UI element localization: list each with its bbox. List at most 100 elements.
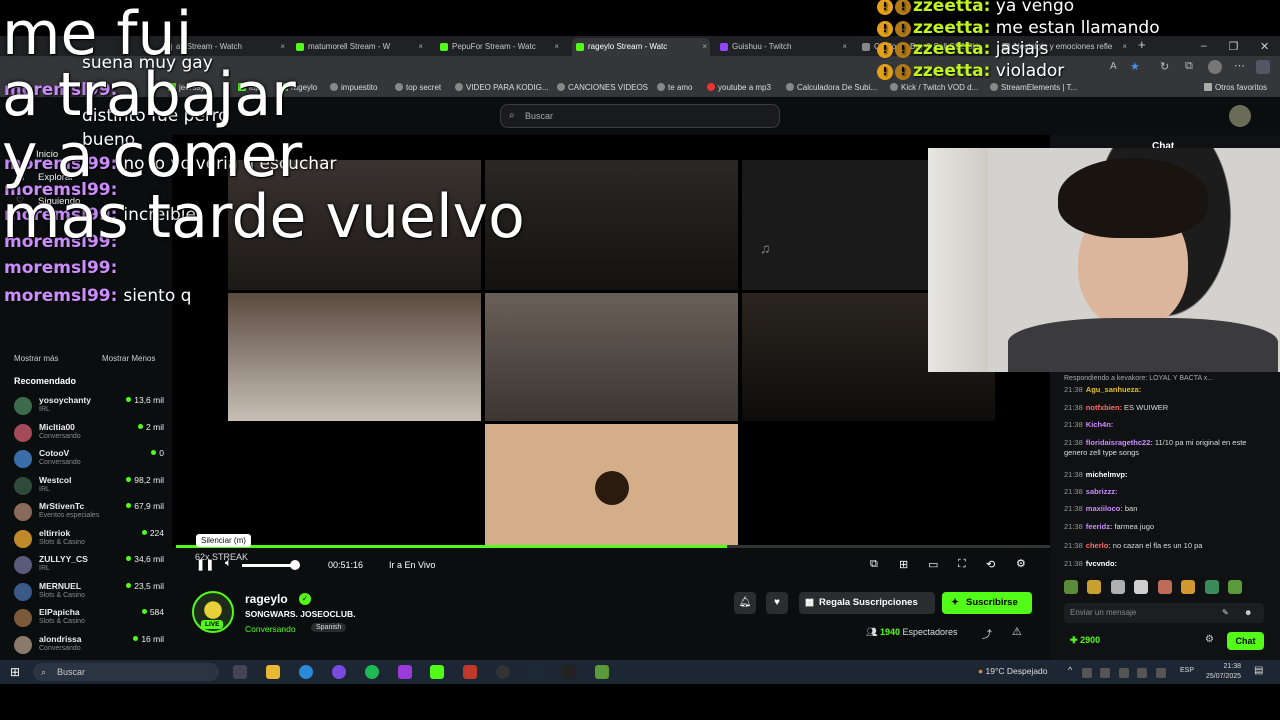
chat-settings-icon[interactable]: ⚙ (1205, 634, 1214, 645)
bookmark[interactable]: Kick / Twitch VOD d... (890, 83, 978, 92)
chat-username[interactable]: fvcvndo: (1086, 559, 1117, 568)
close-icon[interactable]: × (702, 38, 707, 56)
emote-icon[interactable] (1181, 580, 1196, 594)
close-icon[interactable]: × (1122, 38, 1127, 56)
read-aloud-icon[interactable]: A (1110, 61, 1117, 72)
menu-icon[interactable]: ⋯ (1234, 59, 1245, 72)
chat-username[interactable]: maxiiloco: (1086, 504, 1123, 513)
file-explorer-icon[interactable] (266, 665, 280, 679)
channel-name[interactable]: rageylo (245, 592, 288, 606)
bookmark[interactable]: Calculadora De Subi... (786, 83, 877, 92)
emoji-icon[interactable]: ☻ (1244, 603, 1252, 623)
input-language[interactable]: ESP (1180, 667, 1194, 674)
volume-knob[interactable] (290, 560, 300, 570)
emote-icon[interactable] (1110, 580, 1125, 594)
minecraft-icon[interactable] (595, 665, 609, 679)
share-icon[interactable]: ⤴ (982, 626, 992, 641)
show-more-button[interactable]: Mostrar más (14, 354, 58, 363)
sidebar-item-recommended[interactable]: Westcol IRL 98,2 mil (14, 474, 164, 500)
subscribe-button[interactable]: ✦ Suscribirse (942, 592, 1032, 614)
extensions-icon[interactable]: ⧉ (1185, 60, 1193, 73)
chat-message[interactable]: 21:38 sabrizzz: (1064, 487, 1270, 497)
sidebar-item-recommended[interactable]: ZULLYY_CS IRL 34,6 mil (14, 553, 164, 579)
obs-icon[interactable] (496, 665, 510, 679)
chat-username[interactable]: cherlo: (1086, 541, 1111, 550)
sidebar-item-recommended[interactable]: Micltia00 Conversando 2 mil (14, 421, 164, 447)
profile-icon[interactable] (1208, 60, 1222, 74)
tray-icon[interactable] (1100, 668, 1111, 678)
chat-username[interactable]: sabrizzz: (1086, 487, 1118, 496)
pause-icon[interactable]: ❚❚ (196, 558, 214, 571)
user-avatar[interactable] (1229, 105, 1251, 127)
chat-username[interactable]: notfxbien: (1086, 403, 1122, 412)
sidebar-item-recommended[interactable]: MrStivenTc Eventos especiales 67,9 mil (14, 500, 164, 526)
emote-icon[interactable] (1087, 580, 1102, 594)
emote-icon[interactable] (1064, 580, 1078, 594)
emote-icon[interactable] (1228, 580, 1243, 594)
chat-username[interactable]: Kich4n: (1086, 420, 1114, 429)
edge-icon[interactable] (299, 665, 313, 679)
taskbar-clock[interactable]: 21:38 25/07/2025 (1206, 662, 1241, 682)
epic-games-icon[interactable] (562, 665, 576, 679)
chat-message[interactable]: 21:38 Kich4n: (1064, 420, 1270, 430)
pip-icon[interactable]: ⧉ (870, 558, 878, 571)
language-tag[interactable]: Spanish (311, 623, 347, 632)
sidebar-item-recommended[interactable]: alondrissa Conversando 16 mil (14, 633, 164, 659)
theater-icon[interactable]: ▭ (928, 558, 938, 571)
app-icon[interactable] (398, 665, 412, 679)
new-tab-icon[interactable]: + (1138, 37, 1146, 52)
refresh-icon[interactable]: ↻ (1160, 60, 1169, 73)
chat-message[interactable]: 21:38 Agu_sanhueza: (1064, 385, 1270, 395)
rewind-icon[interactable]: ⟲ (986, 558, 995, 571)
commands-icon[interactable]: ✎ (1222, 603, 1229, 623)
bookmark[interactable]: te amo (657, 83, 692, 92)
sidebar-item-recommended[interactable]: ElPapicha Slots & Casino 584 (14, 606, 164, 632)
chat-username[interactable]: floridaisragethc22: (1086, 438, 1153, 447)
chat-message[interactable]: 21:38 fvcvndo: (1064, 559, 1270, 569)
sidebar-item-recommended[interactable]: yosoychanty IRL 13,6 mil (14, 394, 164, 420)
settings-gear-icon[interactable]: ⚙ (1016, 557, 1026, 570)
tab-4[interactable]: Guishuu - Twitch × (716, 38, 850, 56)
chat-input[interactable]: Enviar un mensaje ✎ ☻ (1064, 603, 1264, 623)
weather-widget[interactable]: ● 19°C Despejado (978, 666, 1048, 676)
bell-icon[interactable]: 🔔︎ (734, 592, 756, 614)
bookmark[interactable]: StreamElements | T... (990, 83, 1077, 92)
chat-username[interactable]: Agu_sanhueza: (1086, 385, 1141, 394)
tray-icon[interactable] (1137, 668, 1148, 678)
sidebar-icon[interactable] (1256, 60, 1270, 74)
maximize-icon[interactable]: ❐ (1229, 40, 1239, 53)
sidebar-item-recommended[interactable]: eltirriok Slots & Casino 224 (14, 527, 164, 553)
chat-message[interactable]: 21:38 cherlo: no cazan el fla es un 10 pa (1064, 541, 1270, 551)
close-icon[interactable]: × (842, 38, 847, 56)
clip-icon[interactable]: ⊞ (899, 558, 908, 571)
go-live-button[interactable]: Ir a En Vivo (389, 560, 435, 570)
star-icon[interactable]: ★ (1130, 60, 1140, 73)
emote-icon[interactable] (1134, 580, 1149, 594)
chat-message[interactable]: 21:38 feeridz: farmea jugo (1064, 522, 1270, 532)
show-less-button[interactable]: Mostrar Menos (102, 354, 155, 363)
chrome-icon[interactable] (332, 665, 346, 679)
task-view-icon[interactable] (233, 665, 247, 679)
volume-slider[interactable] (242, 564, 297, 567)
bookmark[interactable]: youtube a mp3 (707, 83, 771, 92)
chat-message[interactable]: 21:38 michelmvp: (1064, 470, 1270, 480)
fullscreen-icon[interactable]: ⛶ (958, 558, 966, 571)
channel-points[interactable]: ✚ 2900 (1070, 635, 1100, 646)
close-window-icon[interactable]: ✕ (1260, 40, 1269, 53)
chat-message[interactable]: 21:38 floridaisragethc22: 11/10 pa mi orig… (1064, 438, 1270, 458)
steam-icon[interactable] (529, 665, 543, 679)
sidebar-item-recommended[interactable]: CotooV Conversando 0 (14, 447, 164, 473)
sidebar-item-recommended[interactable]: MERNUEL Slots & Casino 23,5 mil (14, 580, 164, 606)
stream-category[interactable]: Conversando (245, 624, 296, 634)
chat-username[interactable]: feeridz: (1086, 522, 1113, 531)
spotify-icon[interactable] (365, 665, 379, 679)
other-bookmarks[interactable]: Otros favoritos (1204, 83, 1267, 92)
app-icon[interactable] (463, 665, 477, 679)
kick-icon[interactable] (430, 665, 444, 679)
tray-icon[interactable] (1118, 668, 1129, 678)
tray-icon[interactable] (1082, 668, 1092, 678)
chevron-up-icon[interactable]: ^ (1068, 665, 1072, 675)
minimize-icon[interactable]: – (1201, 40, 1207, 52)
windows-start-icon[interactable]: ⊞ (10, 665, 20, 679)
emote-icon[interactable] (1157, 580, 1172, 594)
